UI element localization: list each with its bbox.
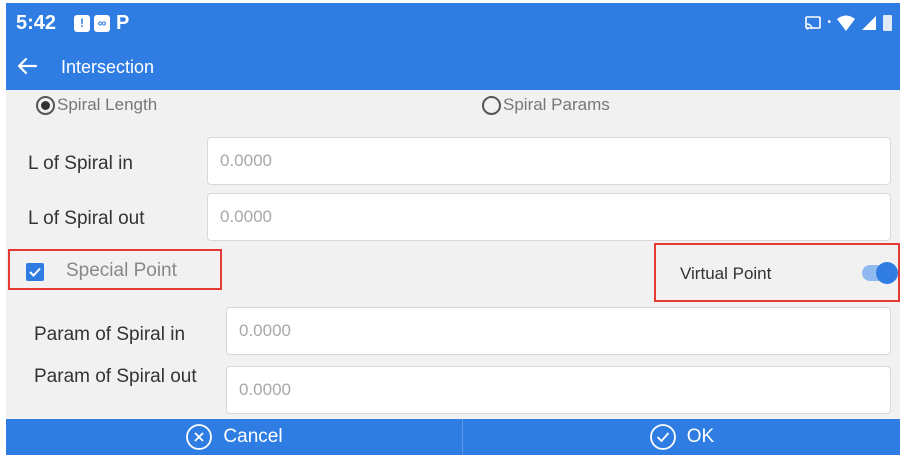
back-arrow-icon[interactable] [14,53,40,79]
virtual-point-switch[interactable] [862,262,898,284]
l-spiral-out-input[interactable]: 0.0000 [207,193,891,241]
status-icons: • [805,14,892,31]
point-options-row: Special Point Virtual Point [6,243,900,302]
status-time: 5:42 [16,12,57,34]
cancel-button[interactable]: Cancel [6,419,462,455]
param-spiral-out-label: Param of Spiral out [34,366,197,387]
signal-icon [862,15,876,30]
special-point-label: Special Point [66,260,177,281]
param-spiral-out-input[interactable]: 0.0000 [226,366,891,414]
cancel-circle-icon [186,424,213,450]
radio-spiral-length[interactable]: Spiral Length [36,95,157,115]
l-spiral-out-label: L of Spiral out [28,208,145,229]
check-circle-icon [649,424,676,450]
p-notification-icon: P [116,12,130,34]
alert-notification-icon: ! [74,15,90,32]
wifi-icon [837,15,855,31]
l-spiral-in-label: L of Spiral in [28,153,133,174]
radio-checked-icon [36,95,55,115]
page-title: Intersection [61,57,155,77]
virtual-point-toggle-row: Virtual Point [654,243,900,302]
field-row-param-spiral-out: Param of Spiral out 0.0000 [6,361,900,417]
infinity-notification-icon: ∞ [94,15,110,32]
dot-icon: • [827,17,831,28]
field-row-l-spiral-in: L of Spiral in 0.0000 [6,130,900,186]
ok-button[interactable]: OK [463,419,900,455]
cancel-label: Cancel [223,426,283,447]
app-screen: 5:42 ! ∞ P • Intersection Spiral Length … [6,3,900,455]
status-bar: 5:42 ! ∞ P • [6,3,900,45]
ok-label: OK [686,426,715,447]
param-spiral-in-input[interactable]: 0.0000 [226,307,891,355]
radio-spiral-params[interactable]: Spiral Params [482,95,610,115]
switch-knob [876,262,898,284]
param-spiral-in-label: Param of Spiral in [34,324,186,345]
radio-spiral-length-label: Spiral Length [57,95,158,114]
field-row-param-spiral-in: Param of Spiral in 0.0000 [6,303,900,359]
l-spiral-in-input[interactable]: 0.0000 [207,137,891,185]
checkbox-checked-icon [26,263,44,281]
bottom-action-bar: Cancel OK [6,419,900,455]
field-row-l-spiral-out: L of Spiral out 0.0000 [6,190,900,246]
radio-spiral-params-label: Spiral Params [503,95,610,114]
cast-icon [805,15,822,30]
app-bar: Intersection [6,45,900,90]
spiral-mode-radio-group: Spiral Length Spiral Params [6,90,900,122]
virtual-point-label: Virtual Point [680,264,772,283]
special-point-checkbox[interactable]: Special Point [8,249,222,290]
radio-unchecked-icon [482,95,501,115]
battery-icon [883,15,892,31]
